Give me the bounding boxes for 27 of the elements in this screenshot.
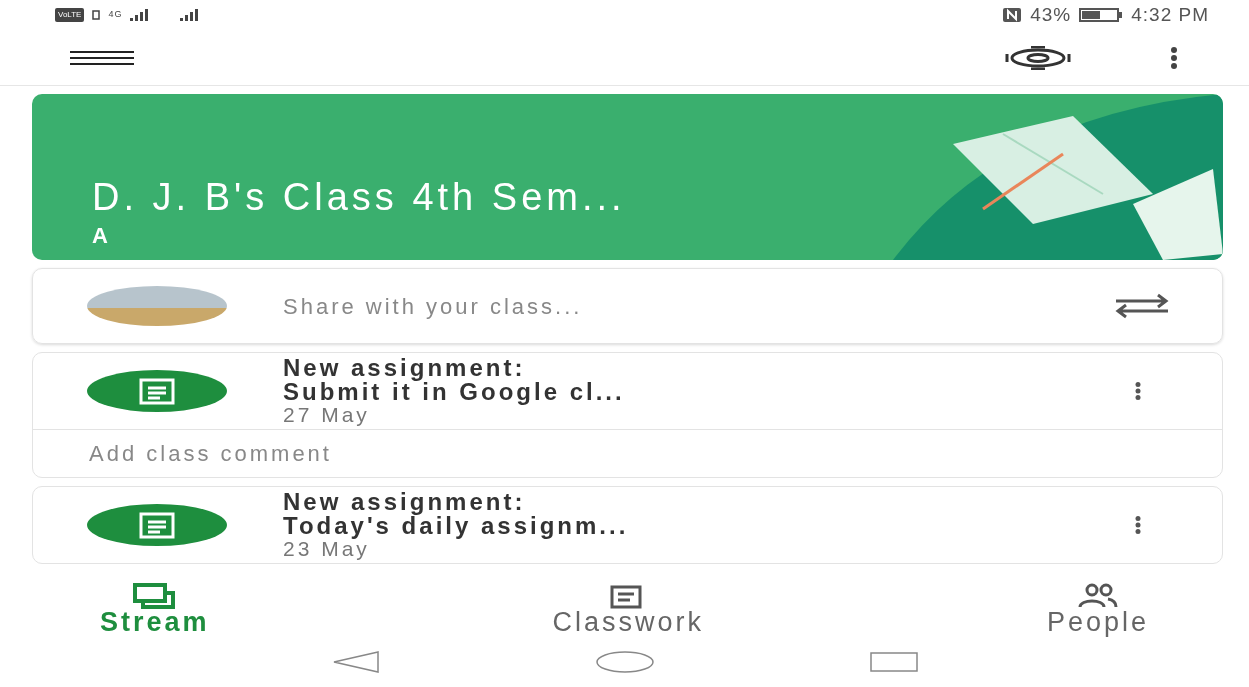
clipboard-icon — [139, 511, 175, 539]
comment-field[interactable]: Add class comment — [33, 429, 1222, 477]
network-type: 4G — [108, 8, 123, 22]
volte-indicator: VoLTE — [55, 8, 85, 22]
more-options-icon[interactable] — [1134, 516, 1142, 534]
share-box[interactable]: Share with your class... — [32, 268, 1223, 344]
class-section: A — [92, 219, 108, 252]
battery-icon — [1079, 8, 1124, 22]
battery-percent: 43% — [1030, 2, 1072, 27]
nfc-icon — [1002, 7, 1023, 23]
home-icon[interactable] — [594, 650, 655, 674]
clock: 4:32 PM — [1131, 2, 1209, 27]
nav-tab[interactable]: People — [1046, 583, 1149, 635]
sim-icon — [92, 10, 101, 20]
chat-icon — [132, 583, 177, 609]
clipboard-icon — [139, 377, 175, 405]
nav-tab[interactable]: Stream — [100, 583, 210, 635]
post-subtitle: Submit it in Google cl... — [283, 380, 626, 404]
post-date: 23 May — [283, 538, 370, 560]
class-title: D. J. B's Class 4th Sem... — [92, 177, 626, 219]
more-options-icon[interactable] — [1169, 46, 1179, 69]
nav-tab[interactable]: Classwork — [552, 583, 704, 635]
share-placeholder: Share with your class... — [283, 292, 584, 321]
menu-icon[interactable] — [70, 50, 134, 65]
post-subtitle: Today's daily assignm... — [283, 514, 630, 538]
post-date: 27 May — [283, 404, 371, 426]
more-options-icon[interactable] — [1134, 382, 1142, 400]
